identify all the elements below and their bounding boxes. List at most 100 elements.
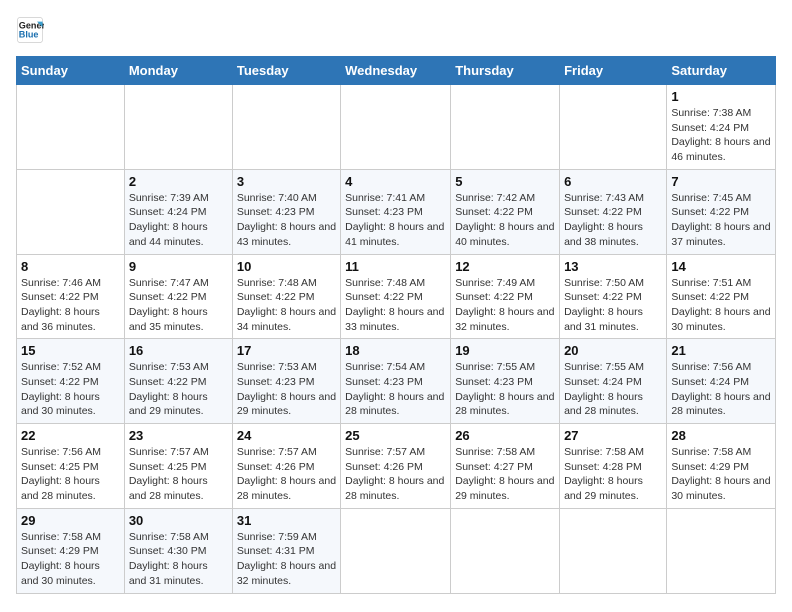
day-number: 1 (671, 89, 771, 104)
col-header-monday: Monday (124, 57, 232, 85)
calendar-cell: 8 Sunrise: 7:46 AM Sunset: 4:22 PM Dayli… (17, 254, 125, 339)
svg-text:Blue: Blue (19, 30, 39, 40)
day-info: Sunrise: 7:57 AM Sunset: 4:25 PM Dayligh… (129, 445, 228, 504)
day-number: 24 (237, 428, 336, 443)
page-header: General Blue (16, 16, 776, 44)
day-info: Sunrise: 7:55 AM Sunset: 4:23 PM Dayligh… (455, 360, 555, 419)
calendar-cell: 1 Sunrise: 7:38 AM Sunset: 4:24 PM Dayli… (667, 85, 776, 170)
day-info: Sunrise: 7:53 AM Sunset: 4:23 PM Dayligh… (237, 360, 336, 419)
calendar-row: 2 Sunrise: 7:39 AM Sunset: 4:24 PM Dayli… (17, 169, 776, 254)
calendar-cell: 14 Sunrise: 7:51 AM Sunset: 4:22 PM Dayl… (667, 254, 776, 339)
day-number: 2 (129, 174, 228, 189)
day-number: 9 (129, 259, 228, 274)
calendar-cell (667, 508, 776, 593)
day-number: 4 (345, 174, 446, 189)
calendar-cell: 15 Sunrise: 7:52 AM Sunset: 4:22 PM Dayl… (17, 339, 125, 424)
day-info: Sunrise: 7:58 AM Sunset: 4:29 PM Dayligh… (671, 445, 771, 504)
calendar-cell: 28 Sunrise: 7:58 AM Sunset: 4:29 PM Dayl… (667, 424, 776, 509)
calendar-cell (232, 85, 340, 170)
calendar-cell (451, 508, 560, 593)
calendar-cell: 27 Sunrise: 7:58 AM Sunset: 4:28 PM Dayl… (560, 424, 667, 509)
day-info: Sunrise: 7:51 AM Sunset: 4:22 PM Dayligh… (671, 276, 771, 335)
day-info: Sunrise: 7:46 AM Sunset: 4:22 PM Dayligh… (21, 276, 120, 335)
day-number: 26 (455, 428, 555, 443)
day-info: Sunrise: 7:48 AM Sunset: 4:22 PM Dayligh… (345, 276, 446, 335)
col-header-friday: Friday (560, 57, 667, 85)
day-number: 8 (21, 259, 120, 274)
calendar-cell: 18 Sunrise: 7:54 AM Sunset: 4:23 PM Dayl… (341, 339, 451, 424)
calendar-cell: 4 Sunrise: 7:41 AM Sunset: 4:23 PM Dayli… (341, 169, 451, 254)
calendar-cell (560, 508, 667, 593)
calendar-cell: 22 Sunrise: 7:56 AM Sunset: 4:25 PM Dayl… (17, 424, 125, 509)
calendar-cell: 19 Sunrise: 7:55 AM Sunset: 4:23 PM Dayl… (451, 339, 560, 424)
calendar-cell: 3 Sunrise: 7:40 AM Sunset: 4:23 PM Dayli… (232, 169, 340, 254)
calendar-cell: 23 Sunrise: 7:57 AM Sunset: 4:25 PM Dayl… (124, 424, 232, 509)
calendar-cell (341, 508, 451, 593)
day-info: Sunrise: 7:39 AM Sunset: 4:24 PM Dayligh… (129, 191, 228, 250)
day-number: 15 (21, 343, 120, 358)
day-info: Sunrise: 7:55 AM Sunset: 4:24 PM Dayligh… (564, 360, 662, 419)
calendar-cell: 10 Sunrise: 7:48 AM Sunset: 4:22 PM Dayl… (232, 254, 340, 339)
day-number: 16 (129, 343, 228, 358)
calendar-cell: 7 Sunrise: 7:45 AM Sunset: 4:22 PM Dayli… (667, 169, 776, 254)
calendar-cell: 29 Sunrise: 7:58 AM Sunset: 4:29 PM Dayl… (17, 508, 125, 593)
day-number: 11 (345, 259, 446, 274)
col-header-thursday: Thursday (451, 57, 560, 85)
day-number: 27 (564, 428, 662, 443)
day-number: 28 (671, 428, 771, 443)
day-info: Sunrise: 7:52 AM Sunset: 4:22 PM Dayligh… (21, 360, 120, 419)
day-number: 3 (237, 174, 336, 189)
day-info: Sunrise: 7:58 AM Sunset: 4:30 PM Dayligh… (129, 530, 228, 589)
col-header-sunday: Sunday (17, 57, 125, 85)
calendar-cell: 12 Sunrise: 7:49 AM Sunset: 4:22 PM Dayl… (451, 254, 560, 339)
calendar-cell: 24 Sunrise: 7:57 AM Sunset: 4:26 PM Dayl… (232, 424, 340, 509)
day-number: 6 (564, 174, 662, 189)
calendar-row: 22 Sunrise: 7:56 AM Sunset: 4:25 PM Dayl… (17, 424, 776, 509)
calendar-cell: 11 Sunrise: 7:48 AM Sunset: 4:22 PM Dayl… (341, 254, 451, 339)
day-info: Sunrise: 7:47 AM Sunset: 4:22 PM Dayligh… (129, 276, 228, 335)
calendar-cell: 13 Sunrise: 7:50 AM Sunset: 4:22 PM Dayl… (560, 254, 667, 339)
calendar-cell: 20 Sunrise: 7:55 AM Sunset: 4:24 PM Dayl… (560, 339, 667, 424)
day-number: 19 (455, 343, 555, 358)
day-number: 22 (21, 428, 120, 443)
day-info: Sunrise: 7:48 AM Sunset: 4:22 PM Dayligh… (237, 276, 336, 335)
day-info: Sunrise: 7:50 AM Sunset: 4:22 PM Dayligh… (564, 276, 662, 335)
calendar-cell: 2 Sunrise: 7:39 AM Sunset: 4:24 PM Dayli… (124, 169, 232, 254)
calendar-cell (124, 85, 232, 170)
calendar-cell: 26 Sunrise: 7:58 AM Sunset: 4:27 PM Dayl… (451, 424, 560, 509)
day-info: Sunrise: 7:41 AM Sunset: 4:23 PM Dayligh… (345, 191, 446, 250)
day-number: 25 (345, 428, 446, 443)
calendar-row: 15 Sunrise: 7:52 AM Sunset: 4:22 PM Dayl… (17, 339, 776, 424)
day-number: 10 (237, 259, 336, 274)
logo-icon: General Blue (16, 16, 44, 44)
col-header-wednesday: Wednesday (341, 57, 451, 85)
day-number: 21 (671, 343, 771, 358)
calendar-cell: 25 Sunrise: 7:57 AM Sunset: 4:26 PM Dayl… (341, 424, 451, 509)
calendar-cell: 31 Sunrise: 7:59 AM Sunset: 4:31 PM Dayl… (232, 508, 340, 593)
calendar-cell: 6 Sunrise: 7:43 AM Sunset: 4:22 PM Dayli… (560, 169, 667, 254)
day-number: 29 (21, 513, 120, 528)
day-info: Sunrise: 7:59 AM Sunset: 4:31 PM Dayligh… (237, 530, 336, 589)
calendar-cell (17, 85, 125, 170)
calendar-row: 1 Sunrise: 7:38 AM Sunset: 4:24 PM Dayli… (17, 85, 776, 170)
day-info: Sunrise: 7:57 AM Sunset: 4:26 PM Dayligh… (237, 445, 336, 504)
day-info: Sunrise: 7:58 AM Sunset: 4:29 PM Dayligh… (21, 530, 120, 589)
day-number: 7 (671, 174, 771, 189)
day-info: Sunrise: 7:49 AM Sunset: 4:22 PM Dayligh… (455, 276, 555, 335)
day-info: Sunrise: 7:43 AM Sunset: 4:22 PM Dayligh… (564, 191, 662, 250)
day-number: 31 (237, 513, 336, 528)
day-info: Sunrise: 7:54 AM Sunset: 4:23 PM Dayligh… (345, 360, 446, 419)
calendar-row: 8 Sunrise: 7:46 AM Sunset: 4:22 PM Dayli… (17, 254, 776, 339)
day-info: Sunrise: 7:53 AM Sunset: 4:22 PM Dayligh… (129, 360, 228, 419)
calendar-row: 29 Sunrise: 7:58 AM Sunset: 4:29 PM Dayl… (17, 508, 776, 593)
calendar-cell: 9 Sunrise: 7:47 AM Sunset: 4:22 PM Dayli… (124, 254, 232, 339)
day-number: 18 (345, 343, 446, 358)
calendar-cell: 17 Sunrise: 7:53 AM Sunset: 4:23 PM Dayl… (232, 339, 340, 424)
day-info: Sunrise: 7:58 AM Sunset: 4:28 PM Dayligh… (564, 445, 662, 504)
day-info: Sunrise: 7:57 AM Sunset: 4:26 PM Dayligh… (345, 445, 446, 504)
day-info: Sunrise: 7:40 AM Sunset: 4:23 PM Dayligh… (237, 191, 336, 250)
col-header-saturday: Saturday (667, 57, 776, 85)
day-info: Sunrise: 7:58 AM Sunset: 4:27 PM Dayligh… (455, 445, 555, 504)
day-info: Sunrise: 7:38 AM Sunset: 4:24 PM Dayligh… (671, 106, 771, 165)
day-info: Sunrise: 7:42 AM Sunset: 4:22 PM Dayligh… (455, 191, 555, 250)
